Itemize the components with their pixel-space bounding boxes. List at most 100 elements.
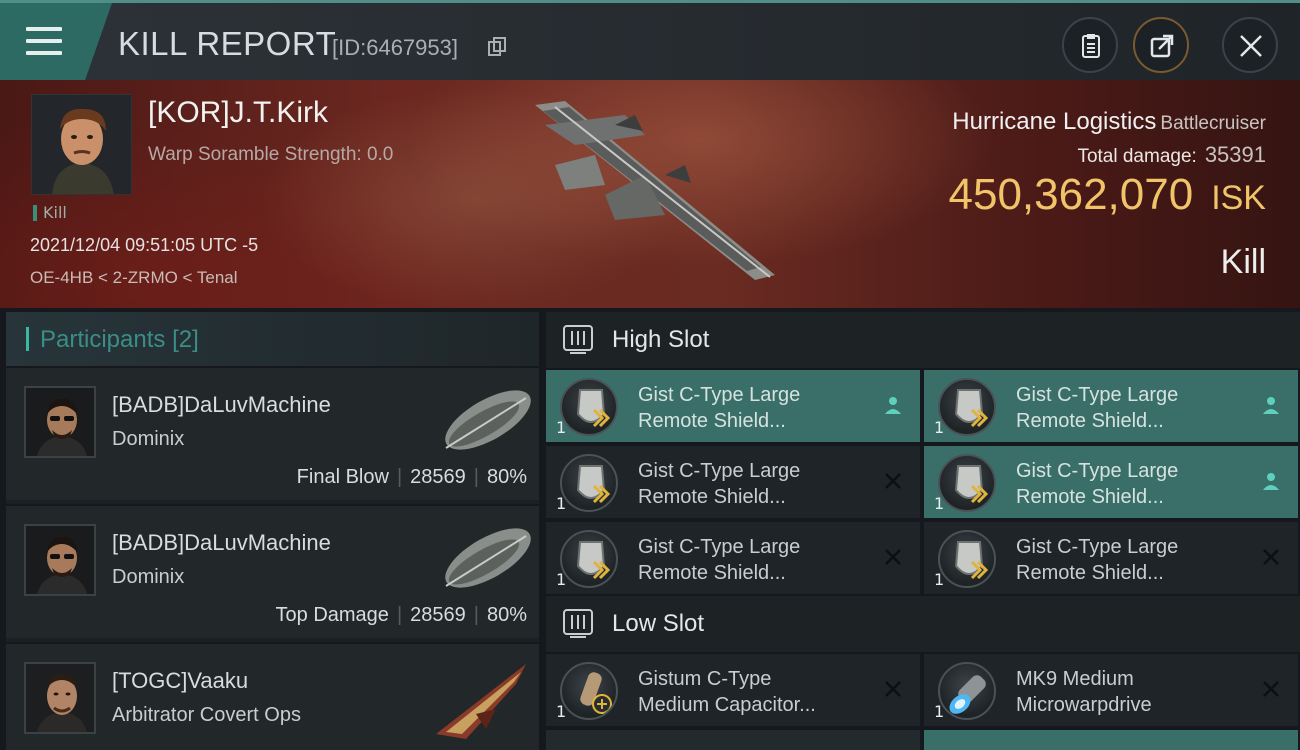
module-name-line2: Remote Shield... xyxy=(638,410,786,432)
menu-button[interactable] xyxy=(0,3,112,80)
page-title: KILL REPORT xyxy=(118,25,337,62)
kill-timestamp: 2021/12/04 09:51:05 UTC -5 xyxy=(30,235,259,255)
module-item[interactable]: 1 Gist C-Type Large Remote Shield... xyxy=(546,370,920,442)
participant-name[interactable]: [BADB]DaLuvMachine xyxy=(112,392,331,418)
copy-icon[interactable] xyxy=(488,37,506,57)
module-quantity: 1 xyxy=(934,702,945,721)
module-quantity: 1 xyxy=(556,418,567,437)
low-slot-icon xyxy=(563,609,593,638)
module-name-line2: Remote Shield... xyxy=(638,486,786,508)
participant-ship: Arbitrator Covert Ops xyxy=(112,704,301,726)
destroyed-icon xyxy=(885,549,901,565)
high-slot-icon xyxy=(563,325,593,354)
module-item[interactable] xyxy=(546,730,920,750)
module-name-line1: MK9 Medium xyxy=(1016,668,1134,690)
module-name-line1: Gist C-Type Large xyxy=(1016,384,1179,406)
total-damage-value: 35391 xyxy=(1204,142,1266,167)
warp-scramble-text: Warp Soramble Strength: 0.0 xyxy=(148,144,394,165)
title-bar: KILL REPORT [ID:6467953] xyxy=(0,0,1300,80)
module-item[interactable]: 1 MK9 Medium Microwarpdrive xyxy=(924,654,1298,726)
avatar[interactable] xyxy=(24,662,96,734)
module-item[interactable]: 1 Gistum C-Type Medium Capacitor... xyxy=(546,654,920,726)
low-slot-header: Low Slot xyxy=(546,596,1300,652)
destroyed-icon xyxy=(1263,549,1279,565)
module-item[interactable]: 1 Gist C-Type Large Remote Shield... xyxy=(546,446,920,518)
share-icon xyxy=(1150,34,1174,58)
participant-row[interactable]: [TOGC]Vaaku Arbitrator Covert Ops xyxy=(6,642,539,750)
module-name-line2: Remote Shield... xyxy=(1016,562,1164,584)
shield-module-icon xyxy=(560,378,618,436)
victim-ship-name[interactable]: Hurricane Logistics xyxy=(952,108,1156,135)
module-quantity: 1 xyxy=(934,570,945,589)
participants-panel: Participants [2] [BADB]DaLuvMachine Domi… xyxy=(6,312,539,750)
participant-name[interactable]: [TOGC]Vaaku xyxy=(112,668,248,694)
module-name-line1: Gist C-Type Large xyxy=(638,384,801,406)
module-item[interactable]: 1 Gist C-Type Large Remote Shield... xyxy=(924,370,1298,442)
module-item[interactable]: 1 Gist C-Type Large Remote Shield... xyxy=(924,522,1298,594)
avatar[interactable] xyxy=(24,386,96,458)
report-id: [ID:6467953] xyxy=(332,35,458,60)
isk-value: 450,362,070 xyxy=(948,170,1194,219)
microwarpdrive-module-icon xyxy=(938,662,996,720)
victim-ship-class: Battlecruiser xyxy=(1160,113,1266,134)
participant-ship-image[interactable] xyxy=(426,516,536,606)
low-slot-title: Low Slot xyxy=(612,610,705,637)
module-quantity: 1 xyxy=(556,702,567,721)
menu-icon xyxy=(26,27,62,57)
person-icon xyxy=(885,397,901,414)
shield-module-icon xyxy=(560,530,618,588)
total-damage-label: Total damage: xyxy=(1077,146,1197,167)
participant-ship-image[interactable] xyxy=(426,378,536,468)
module-item[interactable] xyxy=(924,730,1298,750)
high-slot-title: High Slot xyxy=(612,326,710,353)
module-name-line1: Gist C-Type Large xyxy=(1016,460,1179,482)
victim-avatar[interactable] xyxy=(31,94,132,195)
participants-header: Participants [2] xyxy=(6,312,539,366)
module-quantity: 1 xyxy=(934,494,945,513)
victim-ship-image[interactable] xyxy=(525,95,785,285)
clipboard-icon xyxy=(1082,34,1100,58)
person-icon xyxy=(1263,397,1279,414)
destroyed-icon xyxy=(885,681,901,697)
capacitor-module-icon xyxy=(560,662,618,720)
module-name-line2: Remote Shield... xyxy=(1016,486,1164,508)
module-name-line1: Gist C-Type Large xyxy=(638,536,801,558)
close-button[interactable] xyxy=(1222,17,1278,73)
participant-ship: Dominix xyxy=(112,428,185,450)
avatar[interactable] xyxy=(24,524,96,596)
module-name-line2: Remote Shield... xyxy=(1016,410,1164,432)
module-name-line2: Microwarpdrive xyxy=(1016,694,1152,716)
module-quantity: 1 xyxy=(556,494,567,513)
participant-ship: Dominix xyxy=(112,566,185,588)
close-icon xyxy=(1240,35,1262,57)
module-item[interactable]: 1 Gist C-Type Large Remote Shield... xyxy=(546,522,920,594)
module-name-line2: Medium Capacitor... xyxy=(638,694,816,716)
participant-stats: Top Damage | 28569 | 80% xyxy=(275,604,527,626)
participant-row[interactable]: [BADB]DaLuvMachine Dominix Final Blow | 28… xyxy=(6,366,539,500)
kill-location[interactable]: OE-4HB < 2-ZRMO < Tenal xyxy=(30,268,238,288)
result-label: Kill xyxy=(1220,243,1266,281)
isk-unit: ISK xyxy=(1211,179,1266,217)
destroyed-icon xyxy=(885,473,901,489)
participants-count: [2] xyxy=(172,326,199,353)
shield-module-icon xyxy=(938,378,996,436)
victim-name[interactable]: [KOR]J.T.Kirk xyxy=(148,96,328,130)
module-item[interactable]: 1 Gist C-Type Large Remote Shield... xyxy=(924,446,1298,518)
participant-row[interactable]: [BADB]DaLuvMachine Dominix Top Damage | 28… xyxy=(6,504,539,638)
shield-module-icon xyxy=(938,530,996,588)
participant-stats: Final Blow | 28569 | 80% xyxy=(296,466,527,488)
high-slot-header: High Slot xyxy=(546,312,1300,368)
shield-module-icon xyxy=(560,454,618,512)
module-name-line2: Remote Shield... xyxy=(638,562,786,584)
person-icon xyxy=(1263,473,1279,490)
module-name-line1: Gist C-Type Large xyxy=(1016,536,1179,558)
participant-name[interactable]: [BADB]DaLuvMachine xyxy=(112,530,331,556)
destroyed-icon xyxy=(1263,681,1279,697)
kill-type-tag: Kill xyxy=(33,205,67,221)
clipboard-button[interactable] xyxy=(1062,17,1118,73)
share-button[interactable] xyxy=(1133,17,1189,73)
module-quantity: 1 xyxy=(934,418,945,437)
module-quantity: 1 xyxy=(556,570,567,589)
participant-ship-image[interactable] xyxy=(426,654,536,744)
module-name-line1: Gistum C-Type xyxy=(638,668,772,690)
